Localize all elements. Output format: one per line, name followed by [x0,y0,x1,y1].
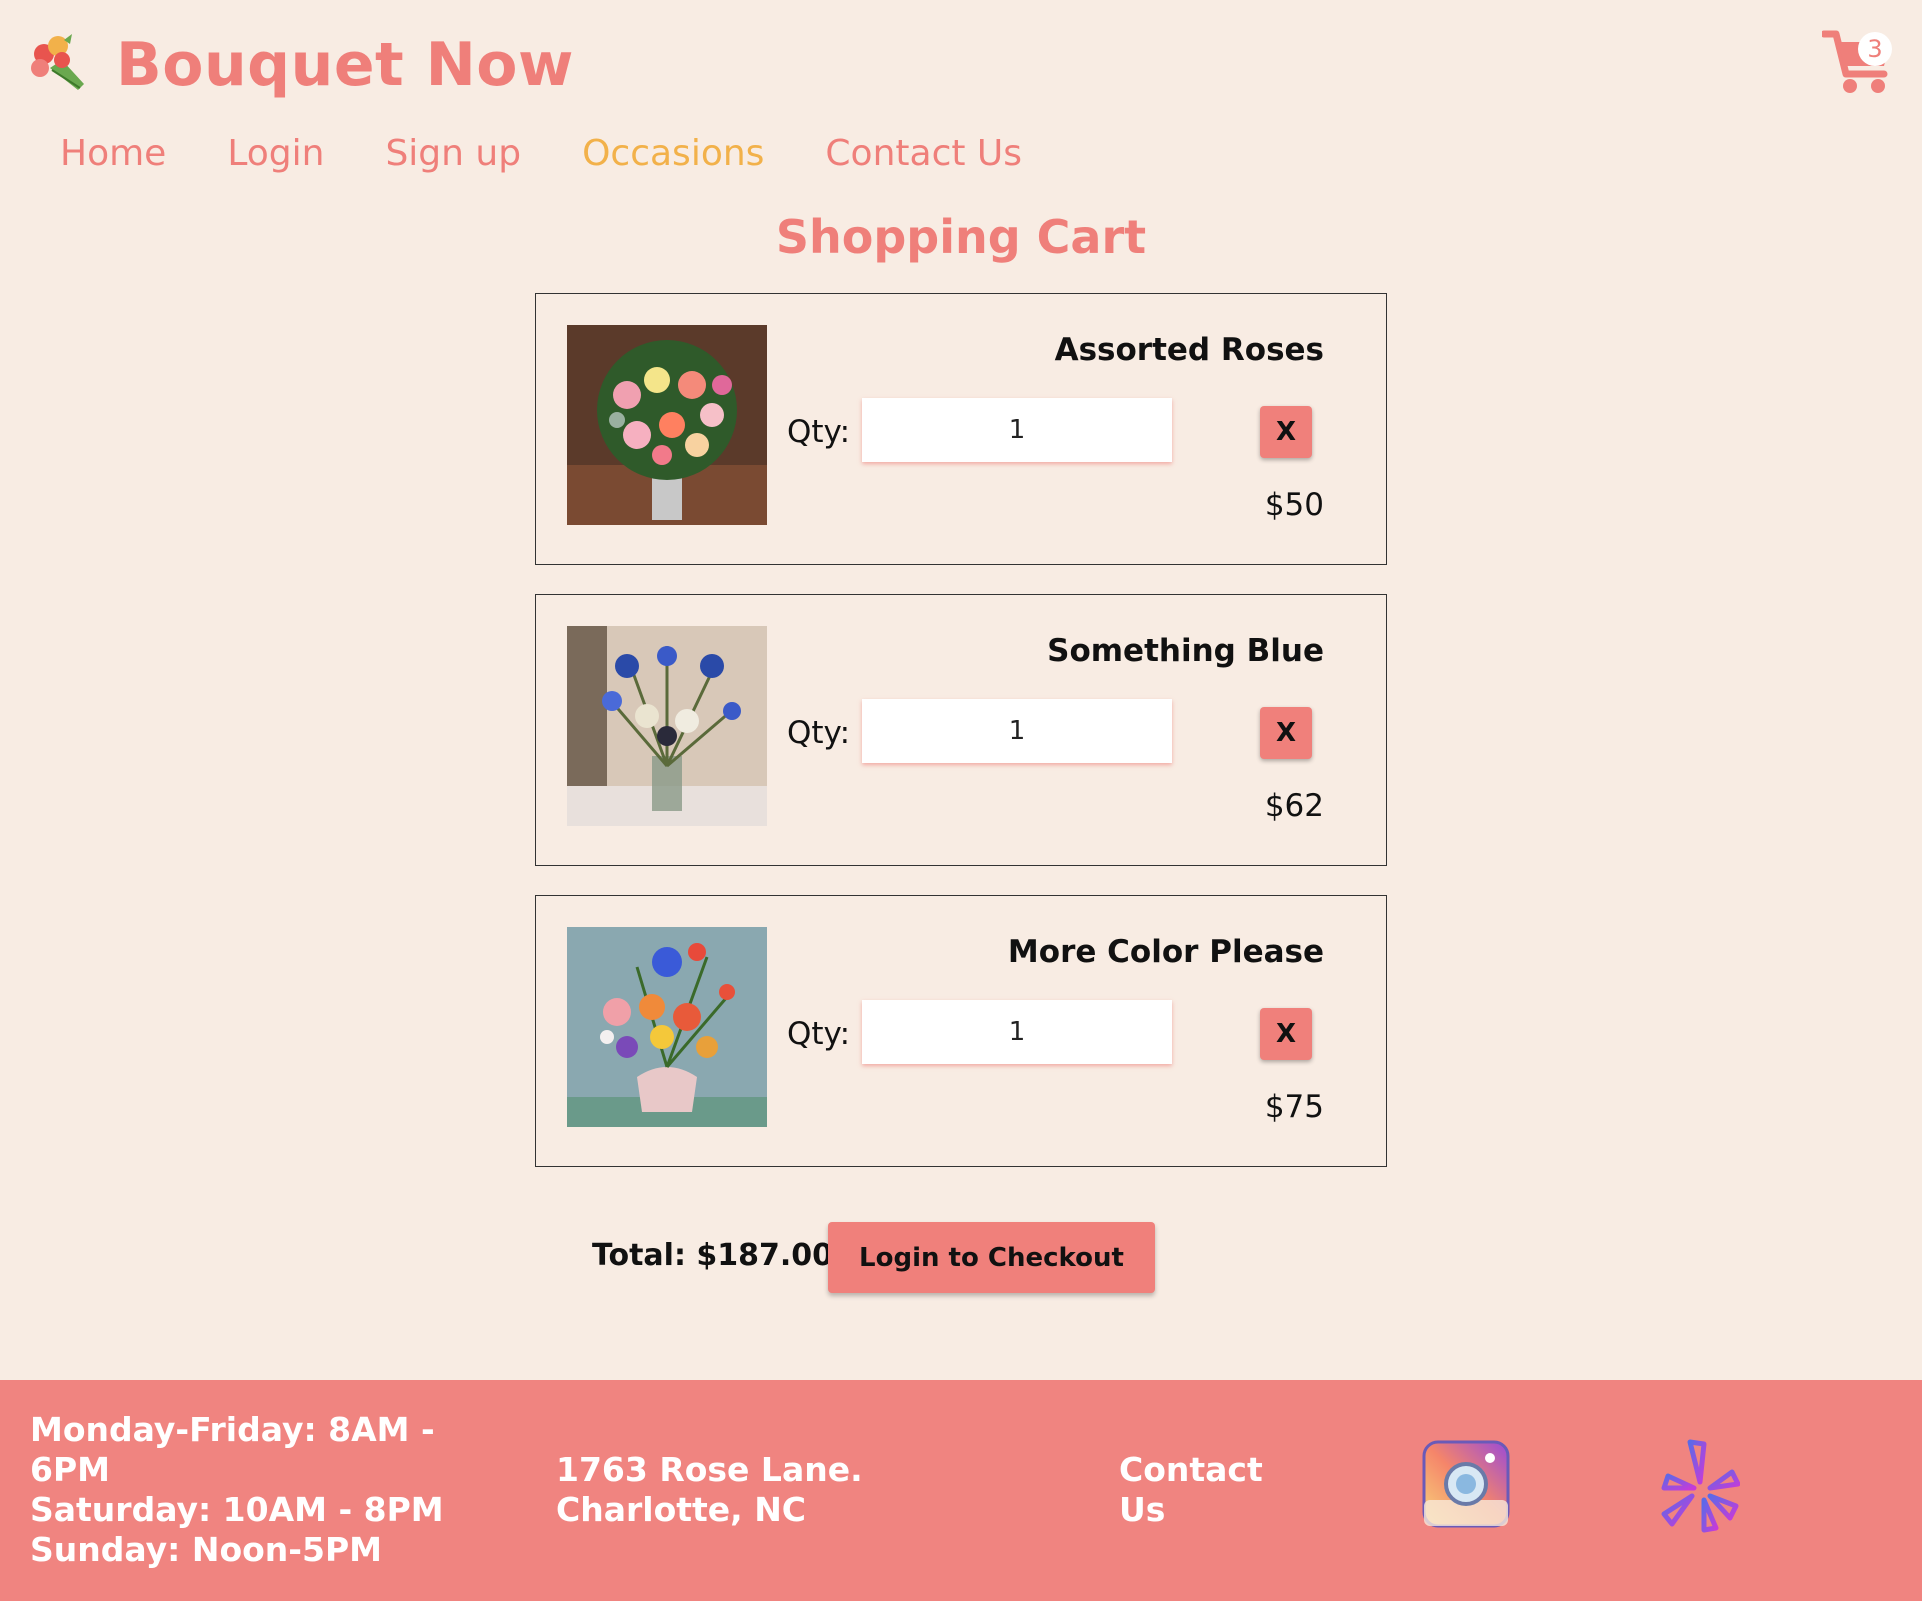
item-price: $62 [1264,788,1324,824]
business-hours: Monday-Friday: 8AM - 6PM Saturday: 10AM … [30,1410,450,1570]
product-image [567,927,767,1127]
cart-item: Assorted Roses Qty: X $50 [535,293,1387,565]
brand-title[interactable]: Bouquet Now [116,30,574,100]
qty-label: Qty: [787,715,851,751]
qty-label: Qty: [787,414,851,450]
remove-item-button[interactable]: X [1260,1008,1312,1060]
cart-count-badge: 3 [1858,32,1892,66]
cart-total: Total: $187.00 [592,1238,834,1273]
nav-contact-us[interactable]: Contact Us [825,133,1022,174]
nav-sign-up[interactable]: Sign up [385,133,521,174]
item-name: Something Blue [1047,633,1324,669]
item-name: More Color Please [1007,934,1324,970]
site-header: Bouquet Now 3 [0,0,1922,130]
remove-item-button[interactable]: X [1260,707,1312,759]
quantity-input[interactable] [862,1000,1172,1064]
nav-login[interactable]: Login [227,133,324,174]
site-footer: Monday-Friday: 8AM - 6PM Saturday: 10AM … [0,1380,1922,1601]
item-price: $75 [1264,1089,1324,1125]
nav-home[interactable]: Home [60,133,166,174]
footer-contact-link[interactable]: Contact Us [1119,1450,1269,1530]
product-image [567,325,767,525]
instagram-icon[interactable] [1422,1440,1510,1528]
quantity-input[interactable] [862,398,1172,462]
yelp-icon[interactable] [1660,1438,1740,1534]
quantity-input[interactable] [862,699,1172,763]
cart-item: More Color Please Qty: X $75 [535,895,1387,1167]
qty-label: Qty: [787,1016,851,1052]
login-to-checkout-button[interactable]: Login to Checkout [828,1222,1155,1293]
hours-saturday: Saturday: 10AM - 8PM [30,1490,444,1529]
nav-occasions[interactable]: Occasions [582,133,764,174]
page-title: Shopping Cart [775,210,1147,264]
store-address: 1763 Rose Lane. Charlotte, NC [556,1450,863,1530]
item-name: Assorted Roses [1054,332,1324,368]
address-city: Charlotte, NC [556,1490,807,1529]
remove-item-button[interactable]: X [1260,406,1312,458]
hours-weekdays: Monday-Friday: 8AM - 6PM [30,1410,435,1489]
product-image [567,626,767,826]
address-street: 1763 Rose Lane. [556,1450,863,1489]
hours-sunday: Sunday: Noon-5PM [30,1530,382,1569]
main-nav: Home Login Sign up Occasions Contact Us [60,133,1083,174]
bouquet-logo-icon [31,34,84,90]
cart-item: Something Blue Qty: X $62 [535,594,1387,866]
item-price: $50 [1264,487,1324,523]
